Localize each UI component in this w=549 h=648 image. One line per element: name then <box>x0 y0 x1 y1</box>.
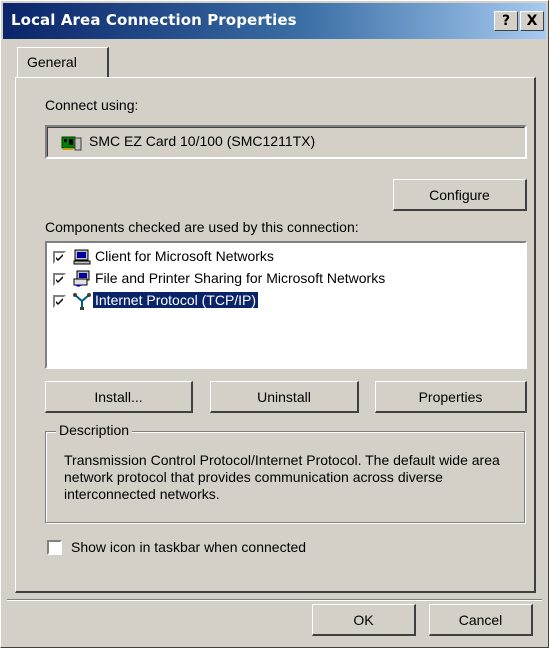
tab-general-label: General <box>27 54 77 70</box>
component-checkbox[interactable] <box>53 251 66 264</box>
component-label: File and Printer Sharing for Microsoft N… <box>95 270 386 286</box>
checkmark-icon <box>56 254 63 261</box>
list-item[interactable]: File and Printer Sharing for Microsoft N… <box>53 269 523 291</box>
properties-dialog: Local Area Connection Properties ? X Gen… <box>0 0 549 648</box>
components-list[interactable]: Client for Microsoft Networks File and P… <box>45 241 527 369</box>
install-button[interactable]: Install... <box>45 381 193 413</box>
adapter-field: SMC EZ Card 10/100 (SMC1211TX) <box>45 125 527 159</box>
component-label: Internet Protocol (TCP/IP) <box>93 292 259 308</box>
uninstall-button[interactable]: Uninstall <box>210 381 359 413</box>
divider <box>7 599 542 601</box>
description-text: Transmission Control Protocol/Internet P… <box>64 452 500 502</box>
component-checkbox[interactable] <box>53 273 66 286</box>
description-title: Description <box>56 422 133 438</box>
ok-button[interactable]: OK <box>312 604 416 636</box>
component-label: Client for Microsoft Networks <box>95 248 274 264</box>
connect-using-label: Connect using: <box>45 97 139 113</box>
checkmark-icon <box>56 298 63 305</box>
list-item[interactable]: Client for Microsoft Networks <box>53 247 523 269</box>
close-button[interactable]: X <box>520 11 544 31</box>
cancel-button[interactable]: Cancel <box>429 604 533 636</box>
help-button[interactable]: ? <box>494 11 518 31</box>
protocol-icon <box>73 293 91 310</box>
adapter-name: SMC EZ Card 10/100 (SMC1211TX) <box>89 133 316 149</box>
checkmark-icon <box>56 276 63 283</box>
components-label: Components checked are used by this conn… <box>45 219 359 235</box>
properties-button[interactable]: Properties <box>375 381 527 413</box>
tab-general[interactable]: General <box>17 47 109 77</box>
configure-button[interactable]: Configure <box>393 179 527 211</box>
show-icon-checkbox[interactable] <box>47 540 62 555</box>
component-checkbox[interactable] <box>53 295 66 308</box>
window-title: Local Area Connection Properties <box>11 11 297 29</box>
file-printer-sharing-icon <box>73 270 90 287</box>
list-item[interactable]: Internet Protocol (TCP/IP) <box>53 291 523 313</box>
client-network-icon <box>73 249 91 265</box>
description-group: Description Transmission Control Protoco… <box>45 422 525 523</box>
show-icon-label: Show icon in taskbar when connected <box>71 539 307 555</box>
network-card-icon <box>61 136 82 151</box>
title-bar[interactable]: Local Area Connection Properties ? X <box>3 3 546 39</box>
